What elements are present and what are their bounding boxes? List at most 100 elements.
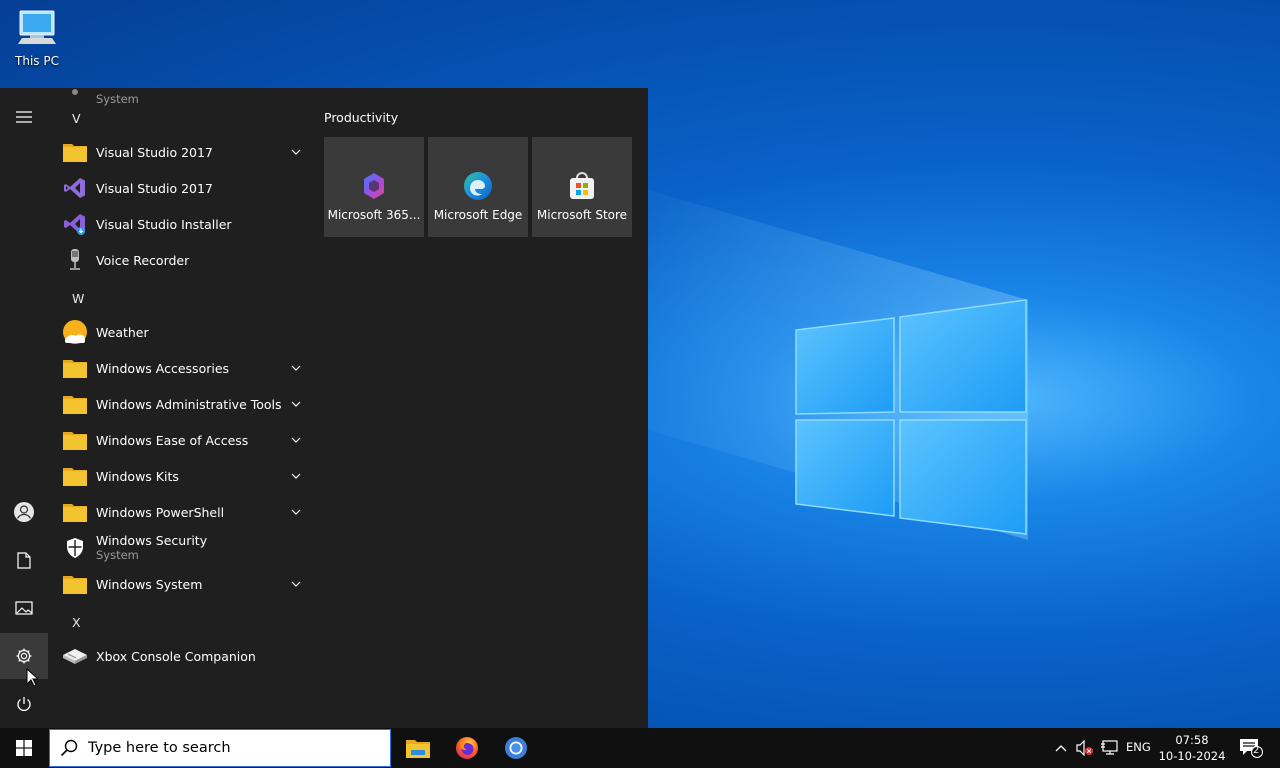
start-menu-rail xyxy=(0,88,50,728)
app-voice-recorder[interactable]: Voice Recorder xyxy=(62,242,302,278)
app-name: Visual Studio 2017 xyxy=(96,144,213,160)
app-name: Windows Administrative Tools xyxy=(96,396,282,412)
app-name: Windows System xyxy=(96,576,203,592)
weather-icon xyxy=(63,320,87,344)
app-name: Visual Studio Installer xyxy=(96,216,232,232)
app-name: Windows PowerShell xyxy=(96,504,225,520)
chevron-down-icon xyxy=(291,581,301,587)
firefox-icon xyxy=(456,737,478,759)
folder-icon xyxy=(63,576,87,594)
chevron-down-icon xyxy=(291,437,301,443)
pictures-icon xyxy=(15,601,33,615)
computer-icon xyxy=(18,10,56,44)
app-subtitle: System xyxy=(96,548,139,562)
app-name: Weather xyxy=(96,324,149,340)
chevron-up-icon xyxy=(1055,745,1067,752)
edge-icon xyxy=(464,172,492,200)
dot-icon xyxy=(72,89,78,95)
taskbar-search-box[interactable] xyxy=(49,729,391,767)
tile-label: Microsoft 365... xyxy=(327,208,421,222)
app-vs2017[interactable]: Visual Studio 2017 xyxy=(62,170,302,206)
search-icon xyxy=(60,739,78,757)
documents-button[interactable] xyxy=(0,537,48,583)
app-name: Visual Studio 2017 xyxy=(96,180,213,196)
tile-microsoft-edge[interactable]: Microsoft Edge xyxy=(428,137,528,237)
taskbar-clock[interactable]: 07:58 10-10-2024 xyxy=(1158,732,1226,764)
app-weather[interactable]: Weather xyxy=(62,314,302,350)
app-vs2017-folder[interactable]: Visual Studio 2017 xyxy=(62,134,302,170)
xbox-console-icon xyxy=(63,649,87,664)
chevron-down-icon xyxy=(291,401,301,407)
letter-header-x[interactable]: X xyxy=(72,615,81,630)
power-icon xyxy=(17,697,31,711)
folder-icon xyxy=(63,504,87,522)
app-vs-installer[interactable]: Visual Studio Installer xyxy=(62,206,302,242)
clock-time: 07:58 xyxy=(1175,733,1209,747)
volume-muted-icon xyxy=(1076,740,1093,756)
partial-item-sub: System xyxy=(96,91,139,106)
app-xbox-console-companion[interactable]: Xbox Console Companion xyxy=(62,638,302,674)
tile-label: Microsoft Store xyxy=(536,208,628,222)
app-name: Windows Ease of Access xyxy=(96,432,249,448)
action-center-button[interactable]: 2 xyxy=(1234,728,1268,768)
network-icon xyxy=(1101,740,1118,755)
app-list: System V Visual Studio 2017 Visual Studi… xyxy=(50,88,310,728)
folder-icon xyxy=(63,360,87,378)
input-language-indicator[interactable]: ENG xyxy=(1126,740,1151,754)
letter-header-w[interactable]: W xyxy=(72,291,84,306)
chromium-icon xyxy=(505,737,527,759)
hamburger-icon xyxy=(16,111,32,123)
folder-icon xyxy=(63,432,87,450)
volume-button[interactable] xyxy=(1074,728,1096,768)
settings-button[interactable] xyxy=(0,633,48,679)
folder-icon xyxy=(63,144,87,162)
app-name: Voice Recorder xyxy=(96,252,190,268)
taskbar-file-explorer[interactable] xyxy=(394,728,442,768)
this-pc-desktop-icon[interactable]: This PC xyxy=(10,8,64,68)
chevron-down-icon xyxy=(291,365,301,371)
taskbar: ENG 07:58 10-10-2024 2 xyxy=(0,728,1280,768)
search-input[interactable] xyxy=(88,740,368,756)
app-windows-powershell[interactable]: Windows PowerShell xyxy=(62,494,302,530)
show-hidden-icons-button[interactable] xyxy=(1050,728,1072,768)
power-button[interactable] xyxy=(0,681,48,727)
folder-icon xyxy=(63,396,87,414)
account-button[interactable] xyxy=(0,489,48,535)
tile-label: Microsoft Edge xyxy=(433,208,523,222)
chevron-down-icon xyxy=(291,149,301,155)
tile-group-title[interactable]: Productivity xyxy=(324,110,398,125)
visual-studio-icon xyxy=(64,178,85,198)
tiles-pane: Productivity Microsoft 365... Microsoft … xyxy=(310,88,648,728)
notification-icon xyxy=(1240,739,1263,758)
windows-start-icon xyxy=(16,740,32,756)
network-button[interactable] xyxy=(1098,728,1120,768)
mouse-cursor-icon xyxy=(26,668,38,687)
chevron-down-icon xyxy=(291,473,301,479)
chevron-down-icon xyxy=(291,509,301,515)
start-button[interactable] xyxy=(0,728,48,768)
file-explorer-icon xyxy=(406,740,430,758)
visual-studio-installer-icon xyxy=(64,214,85,235)
app-windows-ease-of-access[interactable]: Windows Ease of Access xyxy=(62,422,302,458)
app-list-partial-item[interactable]: System xyxy=(62,88,302,110)
app-name: Windows Security xyxy=(96,533,208,548)
app-windows-accessories[interactable]: Windows Accessories xyxy=(62,350,302,386)
app-name: Xbox Console Companion xyxy=(96,648,256,664)
app-windows-kits[interactable]: Windows Kits xyxy=(62,458,302,494)
tile-microsoft-365[interactable]: Microsoft 365... xyxy=(324,137,424,237)
taskbar-firefox[interactable] xyxy=(443,728,491,768)
this-pc-label: This PC xyxy=(15,54,59,68)
document-icon xyxy=(17,551,31,569)
expand-menu-button[interactable] xyxy=(0,94,48,140)
letter-header-v[interactable]: V xyxy=(72,111,81,126)
app-windows-admin-tools[interactable]: Windows Administrative Tools xyxy=(62,386,302,422)
windows-logo-wallpaper xyxy=(795,299,1027,535)
app-windows-security[interactable]: Windows Security System xyxy=(62,530,302,566)
clock-date: 10-10-2024 xyxy=(1158,749,1226,763)
app-windows-system[interactable]: Windows System xyxy=(62,566,302,602)
taskbar-chromium[interactable] xyxy=(492,728,540,768)
microphone-icon xyxy=(70,249,80,270)
microsoft-365-icon xyxy=(364,173,384,199)
pictures-button[interactable] xyxy=(0,585,48,631)
tile-microsoft-store[interactable]: Microsoft Store xyxy=(532,137,632,237)
